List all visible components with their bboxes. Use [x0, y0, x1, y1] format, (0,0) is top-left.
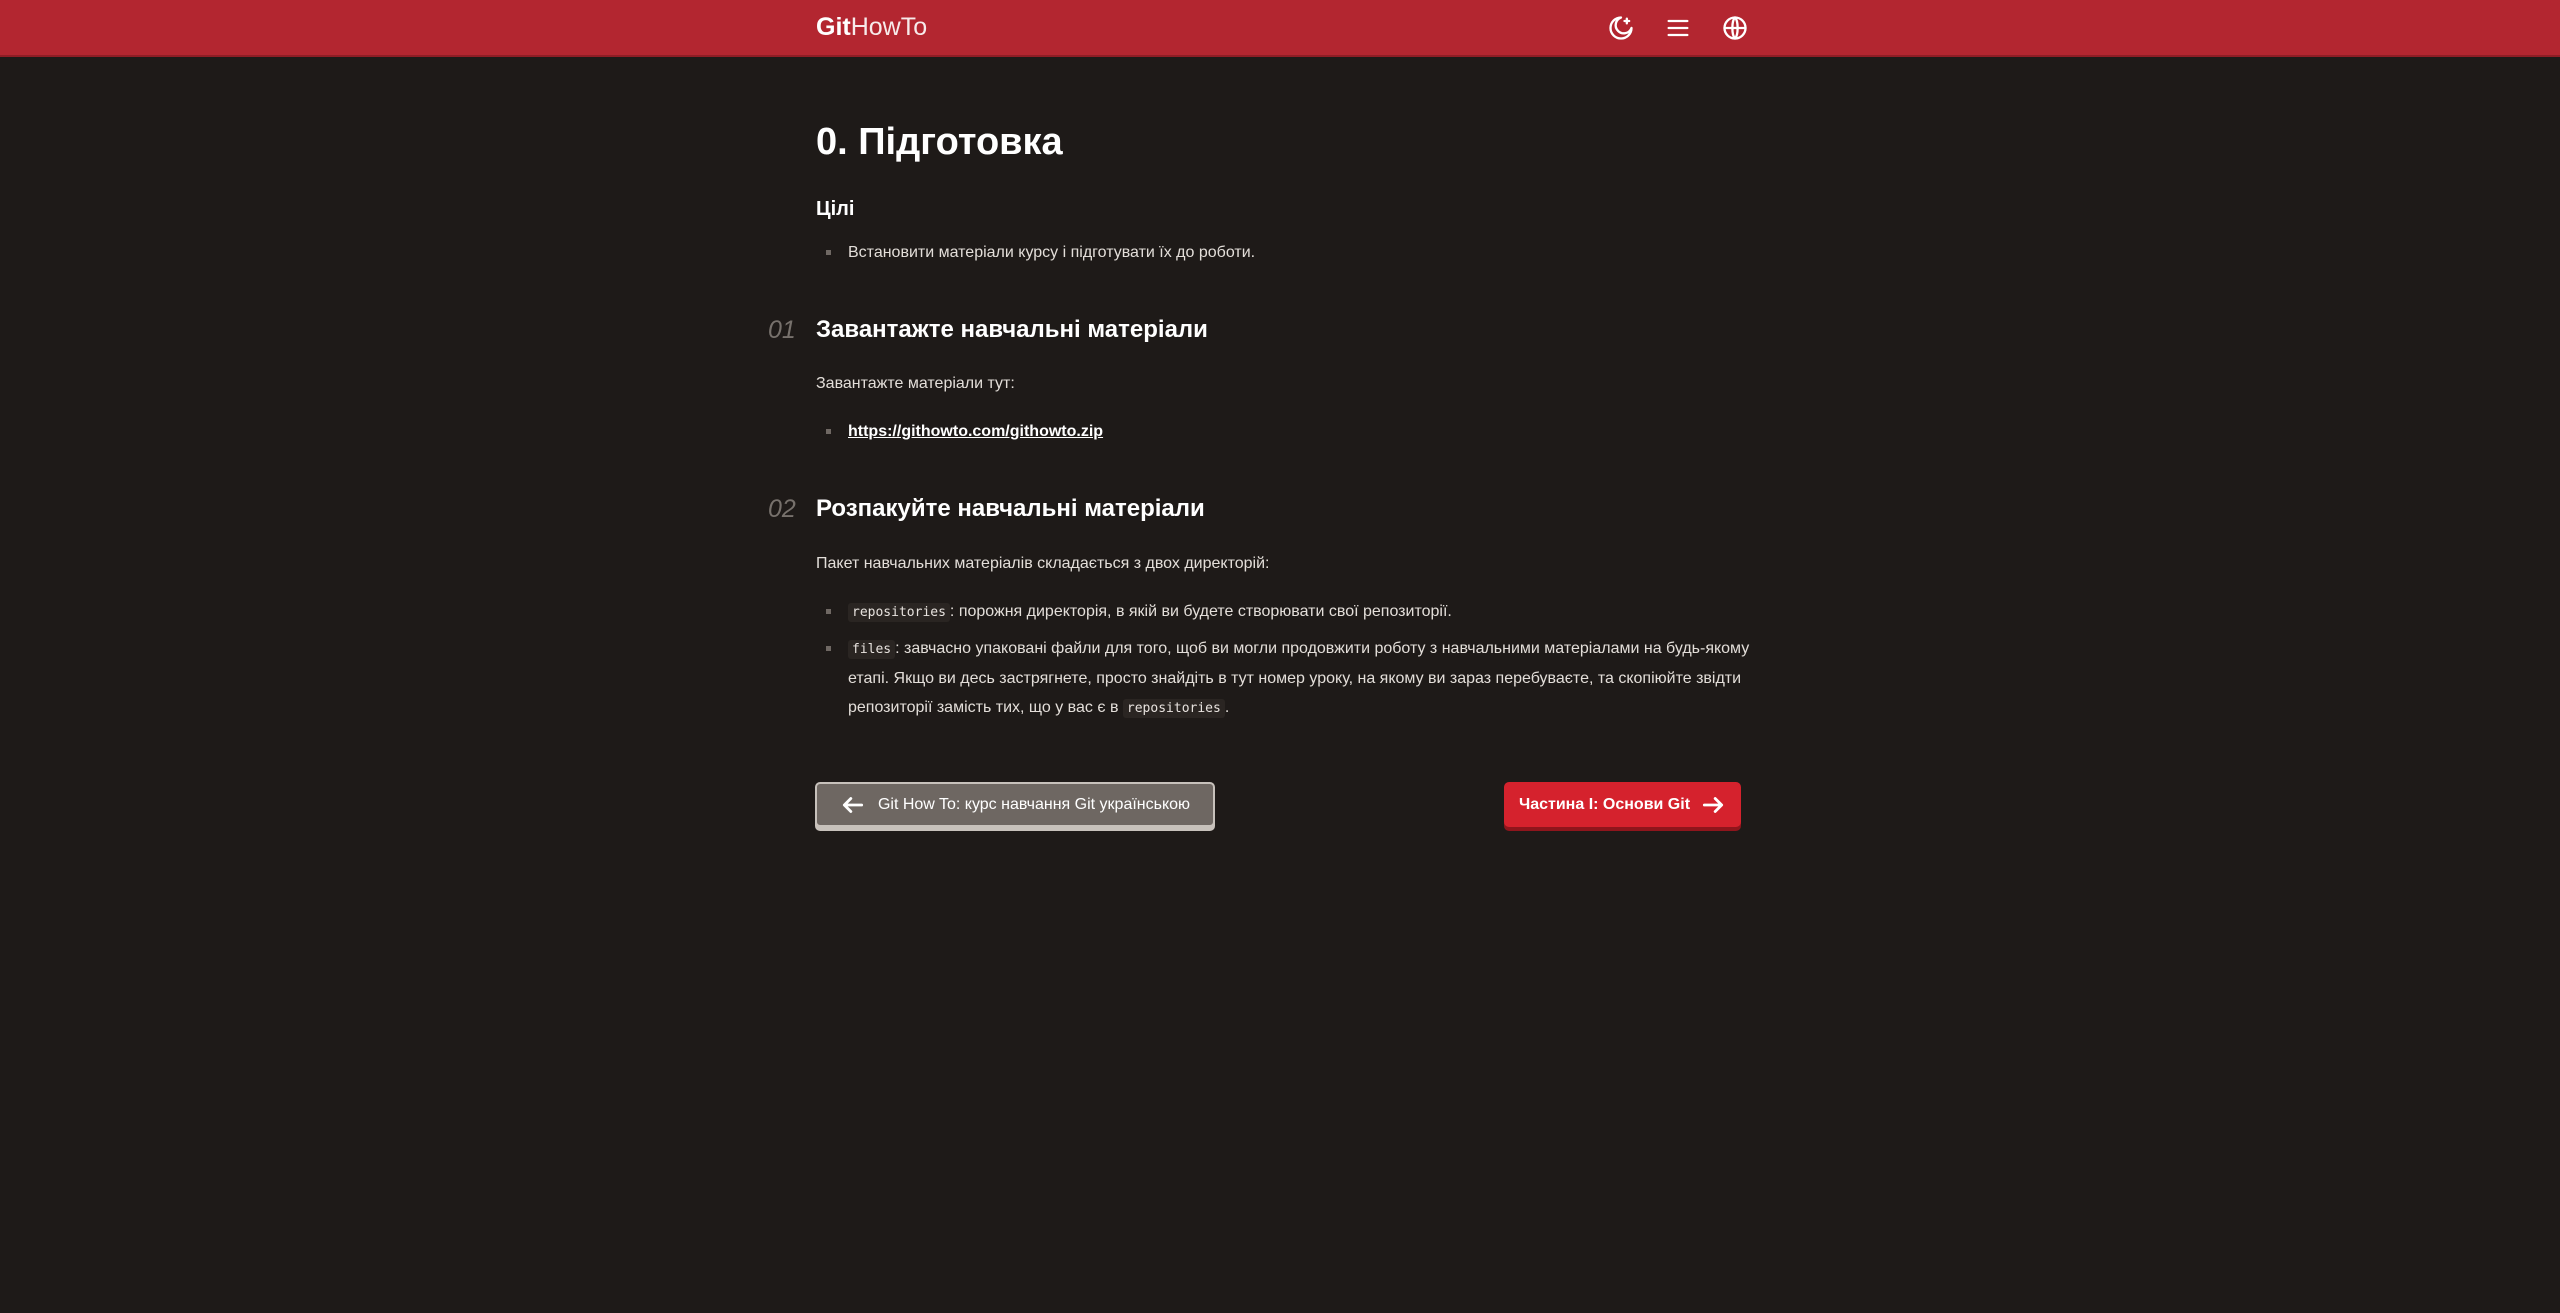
- list-item: files: завчасно упаковані файли для того…: [816, 634, 1756, 723]
- list-item-text: : порожня директорія, в якій ви будете с…: [949, 603, 1452, 620]
- list-item: https://githowto.com/githowto.zip: [816, 417, 1746, 446]
- code-repositories: repositories: [848, 603, 950, 622]
- code-repositories: repositories: [1122, 699, 1225, 718]
- code-files: files: [848, 640, 896, 659]
- goals-heading: Цілі: [816, 198, 855, 220]
- previous-page-button[interactable]: Git How To: курс навчання Git українсько…: [815, 782, 1215, 827]
- download-link[interactable]: https://githowto.com/githowto.zip: [848, 423, 1103, 440]
- language-icon[interactable]: [1720, 13, 1750, 43]
- step-text: Пакет навчальних матеріалів складається …: [816, 555, 1270, 572]
- logo-git: Git: [816, 13, 851, 41]
- step-title: Розпакуйте навчальні матеріали: [816, 495, 1205, 522]
- step-number: 01: [768, 316, 796, 344]
- list-item: Встановити матеріали курсу і підготувати…: [816, 238, 1746, 267]
- arrow-left-icon: [842, 796, 864, 813]
- list-item: repositories: порожня директорія, в якій…: [816, 597, 1756, 627]
- top-navigation-bar: GitHowTo: [0, 0, 2560, 57]
- menu-icon[interactable]: [1663, 13, 1693, 43]
- site-logo[interactable]: GitHowTo: [816, 12, 927, 42]
- step-title: Завантажте навчальні матеріали: [816, 316, 1208, 343]
- directory-list: repositories: порожня директорія, в якій…: [816, 597, 1756, 730]
- goals-list: Встановити матеріали курсу і підготувати…: [816, 238, 1746, 267]
- list-item-tail: .: [1224, 699, 1230, 716]
- page-title: 0. Підготовка: [816, 121, 1063, 163]
- step-number: 02: [768, 495, 796, 523]
- next-page-button[interactable]: Частина I: Основи Git: [1504, 782, 1741, 827]
- previous-page-label: Git How To: курс навчання Git українсько…: [877, 795, 1191, 813]
- theme-toggle-icon[interactable]: [1606, 13, 1636, 43]
- arrow-right-icon: [1702, 796, 1724, 813]
- download-links: https://githowto.com/githowto.zip: [816, 417, 1746, 446]
- next-page-label: Частина I: Основи Git: [1518, 795, 1691, 813]
- list-item-text: : завчасно упаковані файли для того, щоб…: [848, 640, 1750, 716]
- logo-howto: HowTo: [850, 13, 928, 41]
- step-text: Завантажте матеріали тут:: [816, 375, 1015, 392]
